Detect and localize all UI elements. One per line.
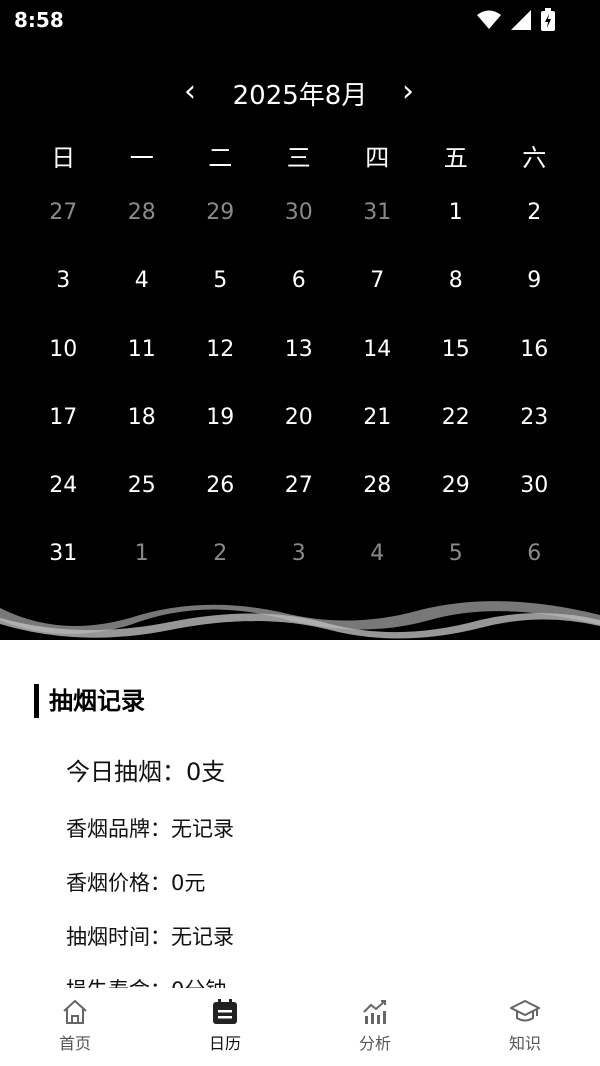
day-cell[interactable]: 29 <box>417 469 496 537</box>
weekday-label: 二 <box>208 144 233 172</box>
day-cell[interactable]: 27 <box>260 469 339 537</box>
day-cell[interactable]: 10 <box>24 333 103 401</box>
month-title: 2025年8月 <box>232 81 368 111</box>
calendar-week: 24 25 26 27 28 29 30 <box>24 469 574 537</box>
day-cell[interactable]: 23 <box>495 401 574 469</box>
status-time: 8:58 <box>14 8 64 32</box>
nav-home[interactable]: 首页 <box>0 988 150 1066</box>
nav-analysis-label: 分析 <box>358 1034 391 1053</box>
calendar-grid: 27 28 29 30 31 1 2 3 4 5 6 7 8 9 10 11 1… <box>24 196 574 606</box>
day-cell[interactable]: 28 <box>103 196 182 264</box>
home-icon <box>63 999 87 1024</box>
month-navigation: ‹ 2025年8月 › <box>0 70 600 111</box>
weekday-label: 一 <box>129 144 154 172</box>
day-cell[interactable]: 21 <box>338 401 417 469</box>
bottom-navigation: 首页 日历 分析 知识 <box>0 988 600 1066</box>
analysis-icon <box>363 1000 386 1024</box>
signal-icon <box>511 10 531 30</box>
day-cell[interactable]: 28 <box>338 469 417 537</box>
nav-home-label: 首页 <box>58 1034 91 1053</box>
status-bar: 8:58 <box>0 0 600 40</box>
day-cell[interactable]: 30 <box>495 469 574 537</box>
day-cell[interactable]: 5 <box>181 264 260 332</box>
nav-knowledge[interactable]: 知识 <box>450 988 600 1066</box>
nav-analysis[interactable]: 分析 <box>300 988 450 1066</box>
day-cell[interactable]: 8 <box>417 264 496 332</box>
weekday-label: 三 <box>286 144 311 172</box>
cigarette-brand: 香烟品牌：无记录 <box>66 817 234 841</box>
day-cell[interactable]: 17 <box>24 401 103 469</box>
weekday-label: 日 <box>51 144 76 172</box>
day-cell[interactable]: 19 <box>181 401 260 469</box>
day-cell[interactable]: 9 <box>495 264 574 332</box>
cigarette-price: 香烟价格：0元 <box>66 871 206 895</box>
wifi-icon <box>477 10 501 29</box>
day-cell[interactable]: 30 <box>260 196 339 264</box>
day-cell[interactable]: 22 <box>417 401 496 469</box>
wave-divider <box>0 590 600 639</box>
day-cell[interactable]: 18 <box>103 401 182 469</box>
next-month-button[interactable]: › <box>393 74 423 109</box>
day-cell[interactable]: 25 <box>103 469 182 537</box>
weekday-label: 四 <box>365 144 390 172</box>
weekday-label: 五 <box>443 144 468 172</box>
day-cell[interactable]: 31 <box>338 196 417 264</box>
calendar-panel: 8:58 ‹ 2025年8月 › 日 一 二 三 四 五 六 27 28 29 … <box>0 0 600 640</box>
day-cell[interactable]: 26 <box>181 469 260 537</box>
smoke-time: 抽烟时间：无记录 <box>66 925 234 949</box>
day-cell[interactable]: 29 <box>181 196 260 264</box>
day-cell[interactable]: 11 <box>103 333 182 401</box>
calendar-week: 10 11 12 13 14 15 16 <box>24 333 574 401</box>
calendar-week: 3 4 5 6 7 8 9 <box>24 264 574 332</box>
today-smoke-count: 今日抽烟：0支 <box>66 758 226 786</box>
nav-calendar-label: 日历 <box>208 1034 241 1053</box>
status-icons <box>476 8 556 32</box>
day-cell[interactable]: 3 <box>24 264 103 332</box>
battery-icon <box>541 8 555 31</box>
weekday-label: 六 <box>522 144 547 172</box>
graduation-cap-icon <box>510 999 540 1022</box>
day-cell[interactable]: 27 <box>24 196 103 264</box>
day-cell[interactable]: 16 <box>495 333 574 401</box>
day-cell[interactable]: 20 <box>260 401 339 469</box>
calendar-week: 27 28 29 30 31 1 2 <box>24 196 574 264</box>
calendar-week: 17 18 19 20 21 22 23 <box>24 401 574 469</box>
nav-calendar[interactable]: 日历 <box>150 988 300 1066</box>
section-title: 抽烟记录 <box>34 684 145 718</box>
day-cell[interactable]: 1 <box>417 196 496 264</box>
day-cell[interactable]: 7 <box>338 264 417 332</box>
calendar-icon <box>213 999 237 1024</box>
day-cell[interactable]: 14 <box>338 333 417 401</box>
day-cell[interactable]: 24 <box>24 469 103 537</box>
nav-knowledge-label: 知识 <box>508 1034 541 1053</box>
day-cell[interactable]: 2 <box>495 196 574 264</box>
day-cell[interactable]: 15 <box>417 333 496 401</box>
day-cell[interactable]: 6 <box>260 264 339 332</box>
weekday-header: 日 一 二 三 四 五 六 <box>24 138 574 173</box>
day-cell[interactable]: 13 <box>260 333 339 401</box>
day-cell[interactable]: 12 <box>181 333 260 401</box>
day-cell[interactable]: 4 <box>103 264 182 332</box>
